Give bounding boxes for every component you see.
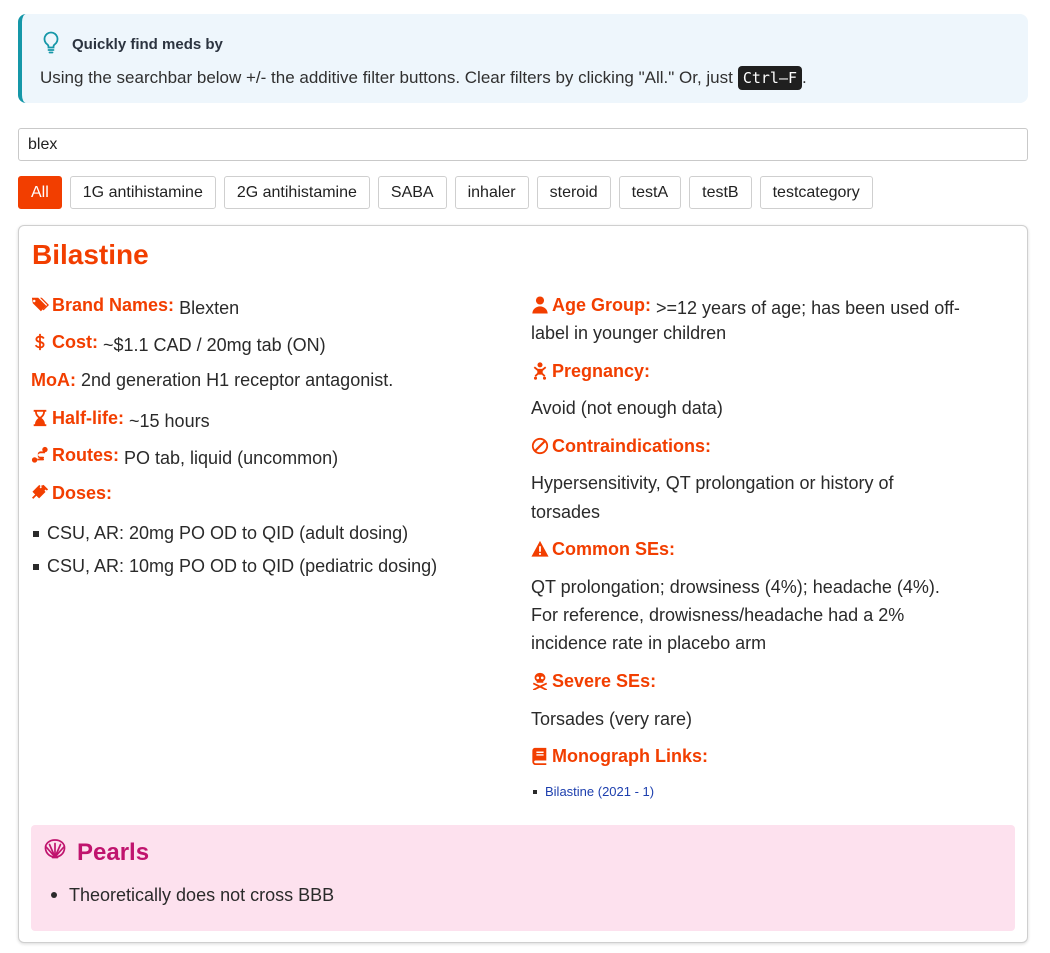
- user-icon: [532, 296, 548, 314]
- common-ses-value-3: incidence rate in placebo arm: [531, 633, 767, 653]
- common-ses-field: Common SEs:: [531, 535, 675, 566]
- pregnancy-value: Avoid (not enough data): [531, 398, 723, 418]
- pearls-list: Theoretically does not cross BBB: [49, 881, 334, 909]
- tip-title: Quickly find meds by: [72, 35, 223, 53]
- age-group-value-cont: label in younger children: [531, 323, 727, 343]
- tip-end: .: [802, 68, 807, 87]
- moa-value: 2nd generation H1 receptor antagonist.: [81, 370, 394, 390]
- doses-label: Doses:: [52, 483, 113, 503]
- doses-list: CSU, AR: 20mg PO OD to QID (adult dosing…: [31, 517, 437, 583]
- filter-1g-antihistamine[interactable]: 1G antihistamine: [69, 176, 216, 209]
- contraindications-value-1: Hypersensitivity, QT prolongation or his…: [531, 473, 894, 493]
- contraindications-label: Contraindications:: [552, 436, 712, 456]
- monograph-links-field: Monograph Links:: [531, 742, 708, 773]
- skull-crossbones-icon: [532, 672, 548, 690]
- contraindications-value-2: torsades: [531, 502, 601, 522]
- tip-header: Quickly find meds by: [40, 30, 223, 58]
- dose-item: CSU, AR: 10mg PO OD to QID (pediatric do…: [31, 550, 437, 583]
- common-ses-label: Common SEs:: [552, 539, 676, 559]
- book-icon: [532, 747, 547, 765]
- tip-callout: Quickly find meds by Using the searchbar…: [18, 14, 1028, 103]
- tip-text: Using the searchbar below +/- the additi…: [40, 68, 733, 87]
- age-group-field: Age Group: >=12 years of age; has been u…: [531, 291, 960, 322]
- filter-testa[interactable]: testA: [618, 176, 682, 209]
- age-group-value: >=12 years of age; has been used off-: [656, 298, 960, 318]
- contraindications-field: Contraindications:: [531, 432, 711, 463]
- dollar-icon: [34, 333, 45, 351]
- cost-label: Cost:: [52, 332, 98, 352]
- severe-ses-field: Severe SEs:: [531, 667, 656, 698]
- severe-ses-label: Severe SEs:: [552, 671, 657, 691]
- monograph-link-item: Bilastine (2021 - 1): [531, 783, 654, 801]
- pearls-title: Pearls: [77, 838, 150, 866]
- syringe-icon: [31, 484, 49, 499]
- warning-icon: [531, 540, 549, 557]
- drug-card: Bilastine Brand Names: Blexten Cost: ~$1…: [18, 225, 1028, 943]
- routes-value: PO tab, liquid (uncommon): [124, 448, 339, 468]
- filter-saba[interactable]: SABA: [377, 176, 447, 209]
- filter-testb[interactable]: testB: [689, 176, 752, 209]
- keyboard-shortcut: Ctrl–F: [737, 66, 803, 90]
- tags-icon: [31, 297, 49, 312]
- monograph-links-list: Bilastine (2021 - 1): [531, 783, 654, 801]
- routes-field: Routes: PO tab, liquid (uncommon): [31, 441, 338, 472]
- filter-inhaler[interactable]: inhaler: [454, 176, 529, 209]
- severe-ses-value: Torsades (very rare): [531, 709, 693, 729]
- common-ses-value-1: QT prolongation; drowsiness (4%); headac…: [531, 577, 940, 597]
- moa-field: MoA: 2nd generation H1 receptor antagoni…: [31, 366, 393, 394]
- shell-icon: [43, 837, 67, 868]
- pearl-item: Theoretically does not cross BBB: [49, 881, 334, 909]
- filter-testcategory[interactable]: testcategory: [759, 176, 873, 209]
- brand-names-label: Brand Names:: [52, 295, 175, 315]
- tip-body: Using the searchbar below +/- the additi…: [40, 66, 807, 90]
- monograph-link[interactable]: Bilastine (2021 - 1): [545, 784, 654, 799]
- age-group-label: Age Group:: [552, 295, 651, 315]
- filter-2g-antihistamine[interactable]: 2G antihistamine: [223, 176, 370, 209]
- pearls-box: Pearls Theoretically does not cross BBB: [31, 825, 1015, 931]
- route-icon: [31, 446, 48, 463]
- pregnancy-field: Pregnancy:: [531, 357, 650, 388]
- lightbulb-icon: [40, 30, 62, 58]
- baby-icon: [533, 362, 547, 380]
- doses-field: Doses:: [31, 479, 112, 510]
- ban-icon: [531, 437, 549, 455]
- monograph-links-label: Monograph Links:: [552, 746, 708, 766]
- common-ses-value-2: For reference, drowisness/headache had a…: [531, 605, 905, 625]
- half-life-field: Half-life: ~15 hours: [31, 404, 210, 435]
- moa-label: MoA:: [31, 370, 76, 390]
- brand-names-field: Brand Names: Blexten: [31, 291, 239, 322]
- pregnancy-label: Pregnancy:: [552, 361, 651, 381]
- half-life-label: Half-life:: [52, 408, 124, 428]
- routes-label: Routes:: [52, 445, 119, 465]
- drug-name: Bilastine: [32, 239, 149, 270]
- filter-steroid[interactable]: steroid: [536, 176, 611, 209]
- dose-item: CSU, AR: 20mg PO OD to QID (adult dosing…: [31, 517, 437, 550]
- filter-all[interactable]: All: [18, 176, 62, 209]
- filter-bar: All 1G antihistamine 2G antihistamine SA…: [18, 176, 873, 209]
- brand-names-value: Blexten: [179, 298, 240, 318]
- cost-field: Cost: ~$1.1 CAD / 20mg tab (ON): [31, 328, 326, 359]
- hourglass-icon: [33, 409, 47, 427]
- cost-value: ~$1.1 CAD / 20mg tab (ON): [103, 335, 326, 355]
- search-input[interactable]: [18, 128, 1028, 161]
- half-life-value: ~15 hours: [129, 411, 210, 431]
